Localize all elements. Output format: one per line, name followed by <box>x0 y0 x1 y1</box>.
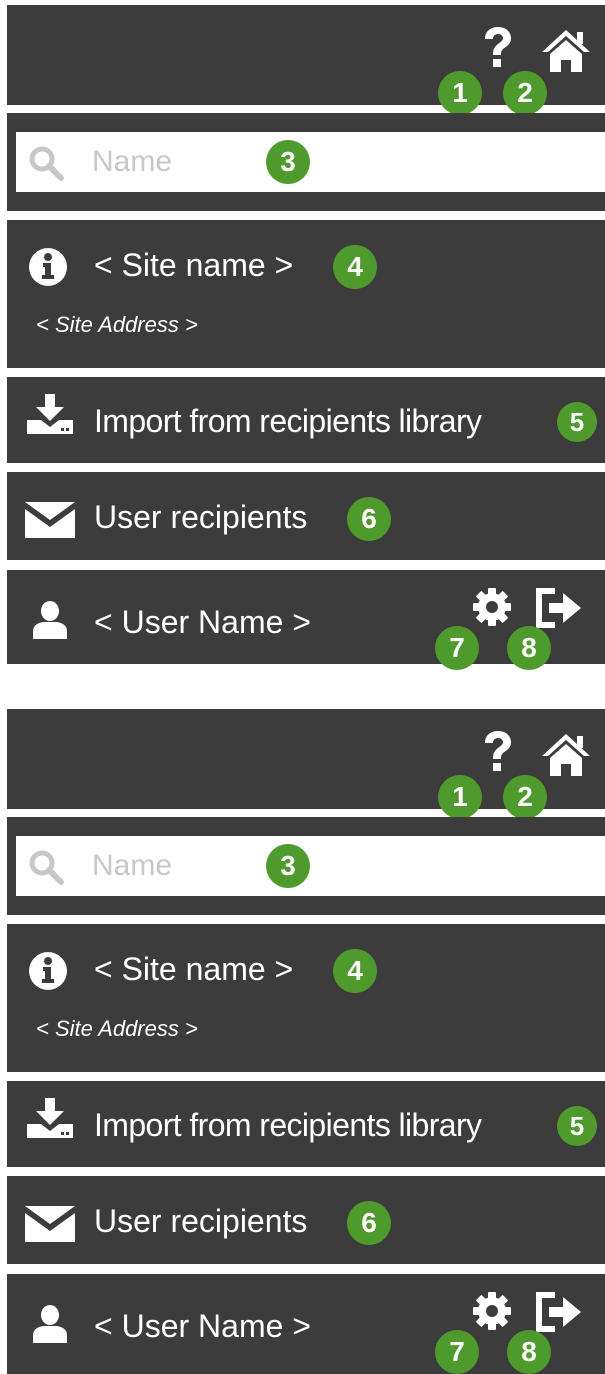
gear-icon[interactable] <box>472 1291 512 1331</box>
user-icon <box>33 1305 67 1343</box>
download-icon <box>27 1098 73 1138</box>
gear-icon[interactable] <box>472 587 512 627</box>
import-menu-item[interactable]: Import from recipients library 5 <box>7 377 605 463</box>
site-info-bar[interactable]: < Site name > 4 < Site Address > <box>7 220 605 368</box>
header-bar: 1 2 <box>7 709 605 819</box>
logout-icon[interactable] <box>535 587 581 629</box>
badge-search: 3 <box>266 140 310 184</box>
site-name: < Site name > <box>94 247 294 283</box>
badge-recipients: 6 <box>347 1201 391 1245</box>
search-bar: 3 <box>7 817 605 915</box>
search-input[interactable] <box>92 844 242 888</box>
home-icon[interactable] <box>542 734 590 776</box>
user-name: < User Name > <box>94 1308 311 1344</box>
badge-logout: 8 <box>507 626 551 670</box>
import-label: Import from recipients library <box>94 403 482 439</box>
badge-help: 1 <box>438 775 482 819</box>
user-recipients-label: User recipients <box>94 1203 308 1239</box>
user-icon <box>33 601 67 639</box>
logout-icon[interactable] <box>535 1291 581 1333</box>
site-info-bar[interactable]: < Site name > 4 < Site Address > <box>7 924 605 1072</box>
download-icon <box>27 394 73 434</box>
site-address: < Site Address > <box>36 312 198 337</box>
menu-panel-1: 1 2 3 < Site name > 4 < Site Address > <box>7 0 605 680</box>
badge-search: 3 <box>266 844 310 888</box>
badge-import: 5 <box>557 1106 597 1146</box>
badge-recipients: 6 <box>347 497 391 541</box>
badge-logout: 8 <box>507 1330 551 1374</box>
user-recipients-menu-item[interactable]: User recipients 6 <box>7 1176 605 1264</box>
search-bar: 3 <box>7 113 605 211</box>
user-name: < User Name > <box>94 604 311 640</box>
help-question-icon[interactable] <box>481 731 515 775</box>
search-icon <box>29 850 64 885</box>
import-label: Import from recipients library <box>94 1107 482 1143</box>
search-box[interactable]: 3 <box>16 132 605 192</box>
user-recipients-label: User recipients <box>94 499 308 535</box>
menu-panel-2: 1 2 3 < Site name > 4 < Site Address > <box>7 704 605 1374</box>
site-address: < Site Address > <box>36 1016 198 1041</box>
user-recipients-menu-item[interactable]: User recipients 6 <box>7 472 605 560</box>
badge-settings: 7 <box>435 1330 479 1374</box>
site-name: < Site name > <box>94 951 294 987</box>
home-icon[interactable] <box>542 30 590 72</box>
badge-site: 4 <box>333 245 377 289</box>
help-question-icon[interactable] <box>481 27 515 71</box>
badge-home: 2 <box>503 71 547 115</box>
header-bar: 1 2 <box>7 5 605 115</box>
badge-site: 4 <box>333 949 377 993</box>
search-icon <box>29 146 64 181</box>
badge-import: 5 <box>557 402 597 442</box>
import-menu-item[interactable]: Import from recipients library 5 <box>7 1081 605 1167</box>
envelope-icon <box>25 502 75 538</box>
info-icon <box>29 248 67 286</box>
badge-settings: 7 <box>435 626 479 670</box>
badge-home: 2 <box>503 775 547 819</box>
info-icon <box>29 952 67 990</box>
user-bar: < User Name > 7 8 <box>7 1274 605 1374</box>
search-input[interactable] <box>92 140 242 184</box>
user-bar: < User Name > 7 8 <box>7 570 605 670</box>
badge-help: 1 <box>438 71 482 115</box>
envelope-icon <box>25 1206 75 1242</box>
search-box[interactable]: 3 <box>16 836 605 896</box>
